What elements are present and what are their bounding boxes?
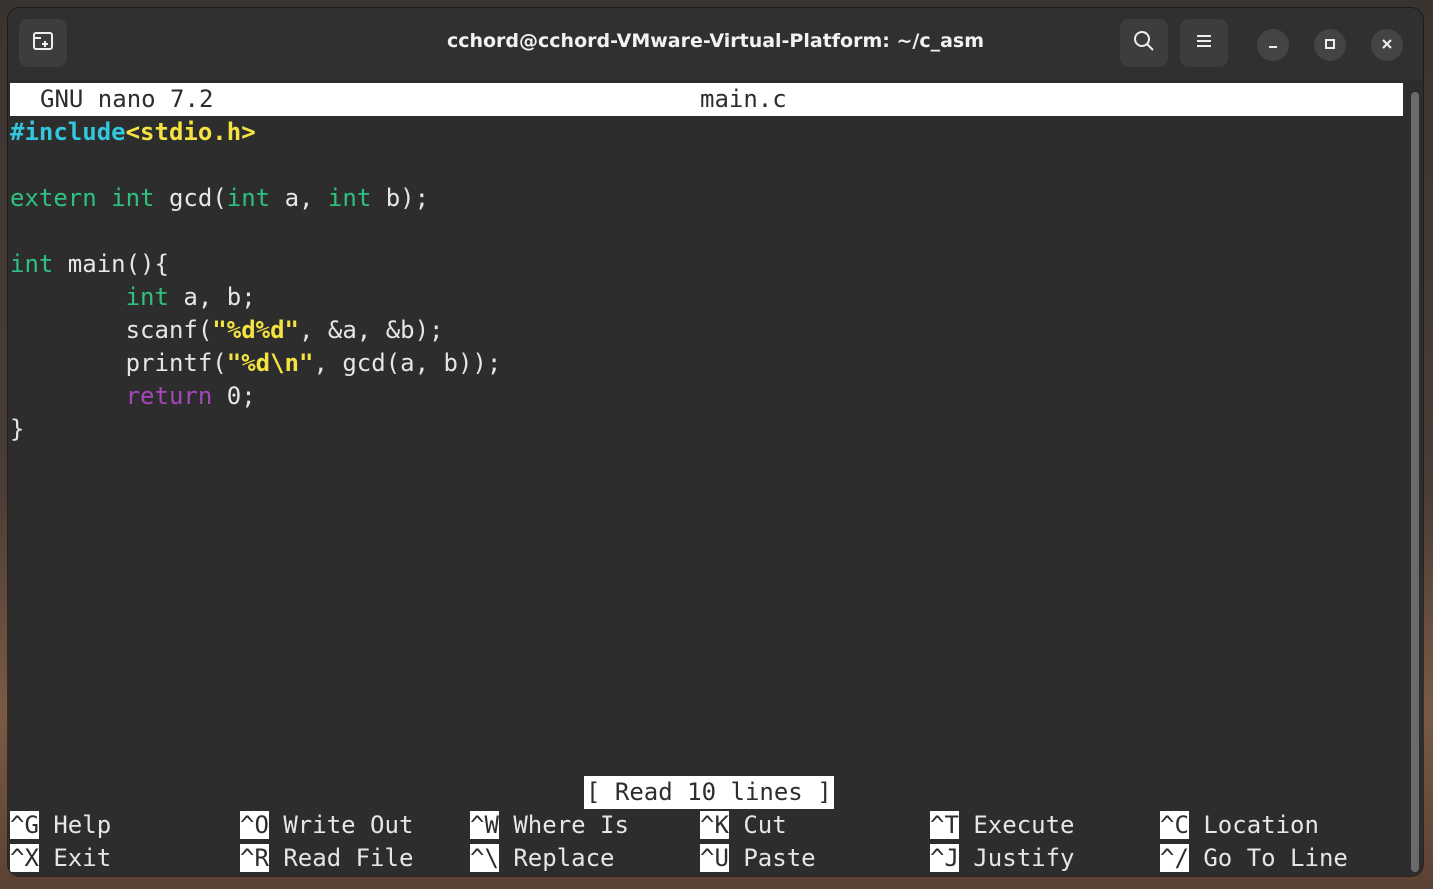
code-token: return [125, 382, 213, 410]
shortcut-go-to-line[interactable]: ^/ Go To Line [1160, 842, 1348, 875]
shortcut-key: ^\ [470, 844, 499, 872]
shortcut-label: Location [1203, 811, 1319, 839]
minimize-icon [1266, 36, 1280, 55]
maximize-icon [1323, 36, 1337, 55]
shortcut-label: Where Is [513, 811, 629, 839]
shortcut-key: ^C [1160, 811, 1189, 839]
shortcut-justify[interactable]: ^J Justify [930, 842, 1075, 875]
shortcut-key: ^X [10, 844, 39, 872]
shortcut-label: Justify [973, 844, 1075, 872]
code-token: , &a, &b); [299, 316, 444, 344]
shortcut-label: Write Out [283, 811, 414, 839]
code-token: int [327, 184, 372, 212]
shortcut-help[interactable]: ^G Help [10, 809, 111, 842]
shortcut-write-out[interactable]: ^O Write Out [240, 809, 413, 842]
nano-header-bar: GNU nano 7.2 main.c [10, 83, 1403, 116]
code-token: #include [10, 118, 126, 146]
terminal-window: cchord@cchord-VMware-Virtual-Platform: ~… [8, 8, 1423, 876]
code-token: int [111, 184, 155, 212]
code-token: int [226, 184, 271, 212]
shortcut-label: Read File [283, 844, 414, 872]
shortcut-key: ^G [10, 811, 39, 839]
shortcut-key: ^R [240, 844, 269, 872]
code-token: scanf( [125, 316, 213, 344]
shortcut-read-file[interactable]: ^R Read File [240, 842, 413, 875]
code-token: b); [371, 184, 430, 212]
code-token: a, [270, 184, 328, 212]
code-token: int [125, 283, 169, 311]
terminal-area[interactable]: GNU nano 7.2 main.c #include<stdio.h> ex… [8, 80, 1406, 876]
shortcut-label: Replace [513, 844, 615, 872]
shortcut-label: Execute [973, 811, 1075, 839]
code-line-7: scanf("%d%d", &a, &b); [10, 314, 444, 347]
shortcut-replace[interactable]: ^\ Replace [470, 842, 615, 875]
search-icon [1132, 29, 1156, 57]
shortcut-execute[interactable]: ^T Execute [930, 809, 1075, 842]
shortcut-label: Go To Line [1203, 844, 1348, 872]
shortcut-key: ^K [700, 811, 729, 839]
code-token: "%d%d" [212, 316, 299, 344]
code-token: a, b; [168, 283, 256, 311]
minimize-button[interactable] [1257, 29, 1289, 61]
scrollbar[interactable] [1411, 92, 1419, 872]
code-token: main(){ [53, 250, 169, 278]
file-name: main.c [700, 85, 787, 113]
shortcut-key: ^O [240, 811, 269, 839]
hamburger-menu-icon [1194, 31, 1214, 55]
shortcut-key: ^J [930, 844, 959, 872]
code-line-10: } [10, 413, 24, 446]
code-token: <stdio.h> [125, 118, 256, 146]
maximize-button[interactable] [1314, 29, 1346, 61]
shortcut-label: Cut [743, 811, 787, 839]
shortcut-label: Paste [743, 844, 816, 872]
code-line-9: return 0; [10, 380, 256, 413]
code-token: } [10, 415, 25, 443]
code-token: , gcd(a, b)); [313, 349, 502, 377]
code-token: extern [10, 184, 97, 212]
code-token: printf( [125, 349, 227, 377]
code-line-8: printf("%d\n", gcd(a, b)); [10, 347, 502, 380]
shortcut-cut[interactable]: ^K Cut [700, 809, 787, 842]
shortcut-location[interactable]: ^C Location [1160, 809, 1319, 842]
shortcut-key: ^T [930, 811, 959, 839]
code-token: int [10, 250, 54, 278]
code-line-1: #include<stdio.h> [10, 116, 256, 149]
code-token: 0; [212, 382, 256, 410]
shortcut-key: ^/ [1160, 844, 1189, 872]
status-message: [ Read 10 lines ] [584, 776, 834, 809]
code-token: "%d\n" [226, 349, 314, 377]
shortcut-where-is[interactable]: ^W Where Is [470, 809, 629, 842]
code-line-6: int a, b; [10, 281, 256, 314]
shortcut-paste[interactable]: ^U Paste [700, 842, 816, 875]
code-token: gcd( [154, 184, 227, 212]
close-icon [1380, 36, 1394, 55]
shortcut-exit[interactable]: ^X Exit [10, 842, 111, 875]
shortcut-key: ^W [470, 811, 499, 839]
code-line-3: extern int gcd(int a, int b); [10, 182, 429, 215]
scrollbar-thumb[interactable] [1411, 92, 1419, 872]
code-line-5: int main(){ [10, 248, 169, 281]
shortcut-key: ^U [700, 844, 729, 872]
search-button[interactable] [1120, 19, 1168, 67]
close-button[interactable] [1371, 29, 1403, 61]
shortcut-label: Help [53, 811, 112, 839]
nano-version: GNU nano 7.2 [40, 85, 214, 113]
shortcut-label: Exit [53, 844, 112, 872]
menu-button[interactable] [1180, 19, 1228, 67]
title-bar[interactable]: cchord@cchord-VMware-Virtual-Platform: ~… [8, 8, 1423, 80]
